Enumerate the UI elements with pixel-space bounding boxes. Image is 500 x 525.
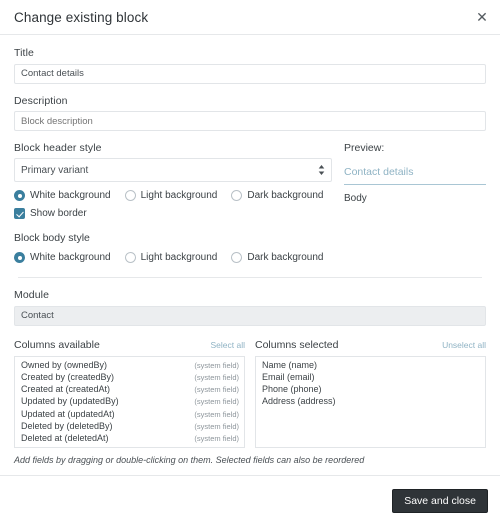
list-item-name: Created by (createdBy)	[21, 371, 115, 382]
body-style-label: Block body style	[14, 232, 90, 244]
change-block-dialog: Change existing block ✕ Title Descriptio…	[0, 0, 500, 525]
description-input[interactable]	[14, 111, 486, 131]
header-background-radio-group: White background Light background Dark b…	[14, 190, 332, 201]
body-bg-dark-label: Dark background	[247, 252, 324, 263]
list-item[interactable]: Phone (phone)	[256, 384, 485, 396]
show-border-label: Show border	[30, 208, 87, 219]
radio-icon	[231, 252, 243, 263]
list-item-tag: (system field)	[194, 360, 239, 370]
list-item-tag: (system field)	[194, 397, 239, 407]
radio-icon	[124, 252, 136, 263]
list-item[interactable]: Updated at (updatedAt) (system field)	[15, 409, 244, 421]
preview-header-text: Contact details	[344, 166, 486, 185]
list-item-name: Phone (phone)	[262, 384, 322, 395]
columns-available-header: Columns available Select all	[14, 339, 245, 351]
show-border-checkbox[interactable]: Show border	[14, 208, 332, 219]
header-style-and-preview: Block header style Primary variant White…	[14, 142, 486, 263]
body-background-radio-group: White background Light background Dark b…	[14, 252, 332, 263]
header-style-select-wrap: Primary variant	[14, 158, 332, 182]
dialog-title: Change existing block	[14, 9, 149, 25]
radio-icon	[14, 190, 25, 201]
list-item-name: Deleted by (deletedBy)	[21, 420, 113, 431]
header-bg-white-label: White background	[30, 190, 111, 201]
title-field-group: Title	[14, 47, 486, 84]
radio-icon	[231, 190, 243, 201]
title-label: Title	[14, 47, 34, 59]
list-item[interactable]: Created at (createdAt) (system field)	[15, 384, 244, 396]
list-item[interactable]: Deleted by (deletedBy) (system field)	[15, 421, 244, 433]
header-bg-dark-label: Dark background	[247, 190, 324, 201]
description-field-group: Description	[14, 94, 486, 131]
header-style-label: Block header style	[14, 142, 102, 154]
module-label: Module	[14, 289, 50, 301]
columns-help-text: Add fields by dragging or double-clickin…	[14, 454, 365, 465]
body-bg-radio-white[interactable]: White background	[14, 252, 111, 263]
module-input[interactable]	[14, 305, 486, 326]
list-item-name: Address (address)	[262, 396, 336, 407]
list-item-name: Deleted at (deletedAt)	[21, 433, 109, 444]
list-item-tag: (system field)	[194, 385, 239, 395]
preview-panel: Preview: Contact details Body	[332, 142, 486, 263]
body-bg-radio-dark[interactable]: Dark background	[231, 252, 324, 263]
list-item-tag: (system field)	[194, 372, 239, 382]
body-bg-radio-light[interactable]: Light background	[124, 252, 218, 263]
checkbox-icon	[14, 208, 25, 219]
header-bg-radio-white[interactable]: White background	[14, 190, 111, 201]
header-bg-radio-light[interactable]: Light background	[124, 190, 218, 201]
list-item-name: Updated by (updatedBy)	[21, 396, 119, 407]
list-item-name: Owned by (ownedBy)	[21, 359, 108, 370]
body-bg-white-label: White background	[30, 252, 111, 263]
close-icon[interactable]: ✕	[473, 8, 491, 26]
list-item-name: Updated at (updatedAt)	[21, 408, 115, 419]
columns-section: Columns available Select all Owned by (o…	[14, 339, 486, 448]
unselect-all-link[interactable]: Unselect all	[442, 340, 486, 350]
module-field-group: Module	[14, 289, 486, 326]
body-bg-light-label: Light background	[140, 252, 218, 263]
list-item[interactable]: Owned by (ownedBy) (system field)	[15, 360, 244, 372]
list-item-name: Name (name)	[262, 359, 318, 370]
list-item[interactable]: Address (address)	[256, 396, 485, 408]
list-item-tag: (system field)	[194, 421, 239, 431]
list-item-tag: (system field)	[194, 434, 239, 444]
save-and-close-button[interactable]: Save and close	[392, 488, 488, 513]
columns-selected-title: Columns selected	[255, 338, 339, 351]
header-bg-radio-dark[interactable]: Dark background	[231, 190, 324, 201]
preview-label: Preview:	[344, 142, 385, 154]
list-item[interactable]: Created by (createdBy) (system field)	[15, 372, 244, 384]
radio-icon	[14, 252, 25, 263]
list-item-tag: (system field)	[194, 409, 239, 419]
header-style-select[interactable]: Primary variant	[14, 158, 332, 182]
list-item-name: Email (email)	[262, 371, 315, 382]
list-item[interactable]: Deleted at (deletedAt) (system field)	[15, 433, 244, 445]
list-item[interactable]: Name (name)	[256, 360, 485, 372]
radio-icon	[124, 190, 136, 201]
columns-available-listbox[interactable]: Owned by (ownedBy) (system field) Created …	[14, 355, 245, 448]
dialog-footer: Save and close	[0, 475, 500, 525]
list-item-name: Created at (createdAt)	[21, 384, 111, 395]
columns-available-title: Columns available	[14, 338, 100, 351]
preview-body-text: Body	[344, 193, 367, 204]
columns-selected-pane: Columns selected Unselect all Name (name…	[255, 339, 486, 448]
header-bg-light-label: Light background	[140, 190, 218, 201]
section-divider	[18, 277, 482, 278]
list-item[interactable]: Updated by (updatedBy) (system field)	[15, 396, 244, 408]
select-all-link[interactable]: Select all	[211, 340, 246, 350]
columns-selected-header: Columns selected Unselect all	[255, 339, 486, 351]
columns-selected-listbox[interactable]: Name (name) Email (email) Phone (phone) Add…	[255, 355, 486, 448]
title-input[interactable]	[14, 63, 486, 84]
columns-available-pane: Columns available Select all Owned by (o…	[14, 339, 245, 448]
dialog-header: Change existing block ✕	[0, 0, 500, 35]
description-label: Description	[14, 94, 68, 107]
header-style-section: Block header style Primary variant White…	[14, 142, 332, 263]
list-item[interactable]: Email (email)	[256, 372, 485, 384]
dialog-body: Title Description Block header style Pri…	[0, 35, 500, 472]
